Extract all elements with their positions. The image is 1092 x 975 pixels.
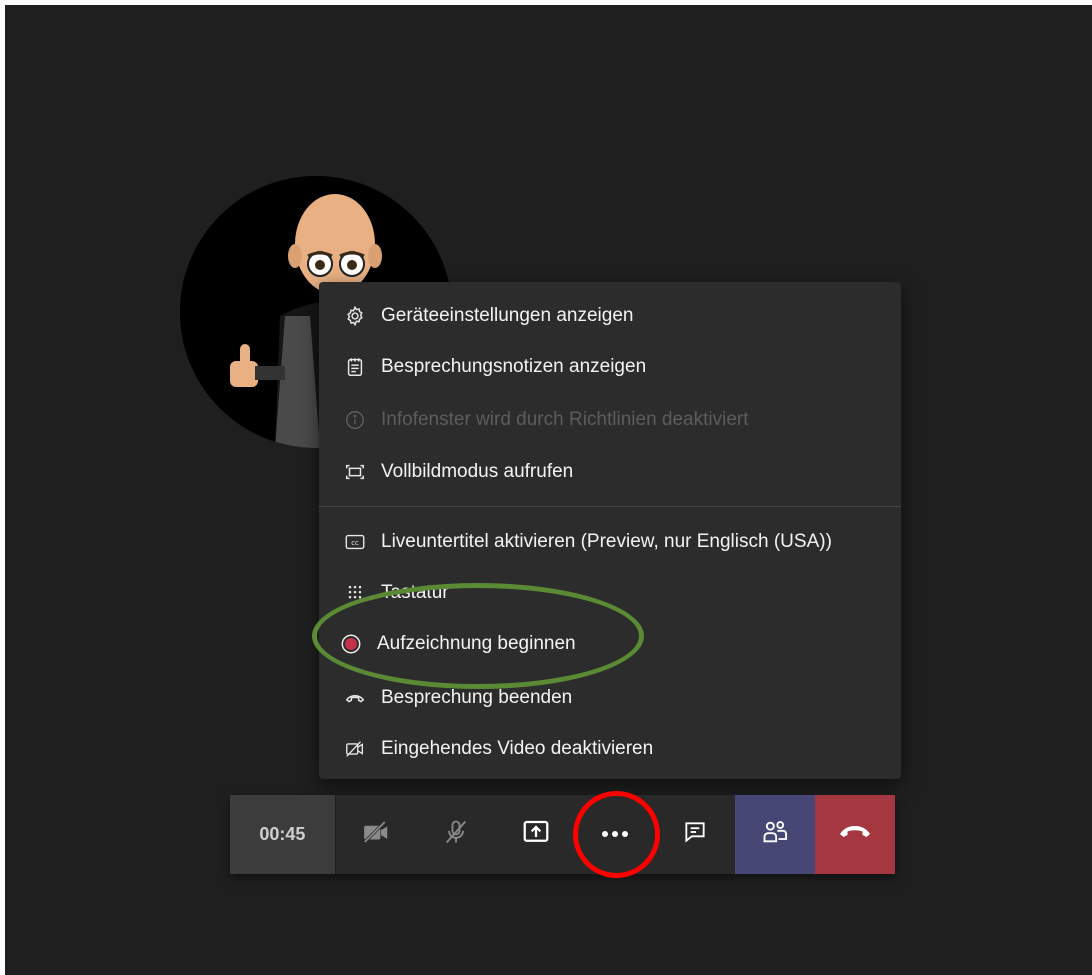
more-options-menu: Geräteeinstellungen anzeigen Besprechung… (319, 282, 901, 779)
record-icon (339, 632, 363, 656)
notes-icon (343, 355, 367, 379)
participants-button[interactable] (735, 795, 816, 874)
menu-item-label: Tastatur (381, 582, 449, 603)
menu-item-label: Eingehendes Video deaktivieren (381, 738, 654, 759)
svg-text:cc: cc (351, 539, 359, 547)
camera-off-icon (361, 817, 391, 852)
closed-captions-icon: cc (343, 530, 367, 554)
menu-item-device-settings[interactable]: Geräteeinstellungen anzeigen (319, 296, 901, 336)
share-screen-button[interactable] (496, 795, 576, 874)
menu-item-label: Geräteeinstellungen anzeigen (381, 305, 634, 326)
gear-icon (343, 304, 367, 328)
chat-icon (682, 819, 708, 850)
menu-item-label: Vollbildmodus aufrufen (381, 461, 574, 482)
more-options-icon (599, 826, 631, 844)
call-controls-bar: 00:45 (230, 795, 895, 874)
share-screen-icon (521, 817, 551, 852)
video-off-icon (343, 737, 367, 761)
menu-item-label: Aufzeichnung beginnen (377, 633, 576, 654)
menu-item-end-meeting[interactable]: Besprechung beenden (319, 678, 901, 718)
more-options-button[interactable] (575, 795, 655, 874)
menu-item-fullscreen[interactable]: Vollbildmodus aufrufen (319, 452, 901, 492)
menu-item-label: Besprechung beenden (381, 687, 573, 708)
menu-item-label: Liveuntertitel aktivieren (Preview, nur … (381, 531, 832, 552)
info-icon (343, 408, 367, 432)
hang-up-icon (838, 822, 872, 847)
mic-toggle-button[interactable] (416, 795, 496, 874)
menu-item-meeting-notes[interactable]: Besprechungsnotizen anzeigen (319, 347, 901, 387)
end-call-icon (343, 686, 367, 710)
menu-item-dialpad[interactable]: Tastatur (319, 573, 901, 613)
participants-icon (761, 818, 789, 851)
chat-button[interactable] (655, 795, 735, 874)
menu-item-label: Infofenster wird durch Richtlinien deakt… (381, 409, 749, 430)
menu-item-info-pane: Infofenster wird durch Richtlinien deakt… (319, 400, 901, 440)
menu-item-disable-incoming-video[interactable]: Eingehendes Video deaktivieren (319, 729, 901, 769)
dialpad-icon (343, 581, 367, 605)
menu-item-label: Besprechungsnotizen anzeigen (381, 356, 647, 377)
menu-item-start-recording[interactable]: Aufzeichnung beginnen (319, 624, 901, 664)
call-timer: 00:45 (230, 795, 336, 874)
fullscreen-icon (343, 460, 367, 484)
menu-item-live-captions[interactable]: cc Liveuntertitel aktivieren (Preview, n… (319, 522, 901, 562)
camera-toggle-button[interactable] (336, 795, 416, 874)
mic-off-icon (442, 818, 470, 851)
hang-up-button[interactable] (815, 795, 895, 874)
menu-divider (319, 506, 901, 507)
